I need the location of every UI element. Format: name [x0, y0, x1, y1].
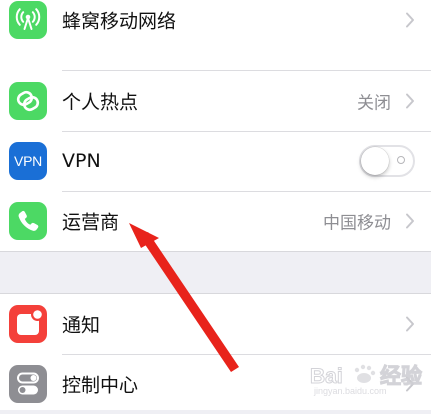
- notifications-row[interactable]: 通知: [0, 294, 431, 354]
- chevron-right-icon: [406, 376, 414, 392]
- control-center-row[interactable]: 控制中心: [0, 354, 431, 414]
- carrier-row[interactable]: 运营商 中国移动: [0, 191, 431, 251]
- toggle-off-indicator-icon: [397, 156, 405, 164]
- vpn-icon: VPN: [9, 142, 47, 180]
- settings-group-system: 通知 控制中心: [0, 293, 431, 410]
- chevron-right-icon: [406, 316, 414, 332]
- phone-icon: [9, 202, 47, 240]
- chevron-right-icon: [406, 93, 414, 109]
- cellular-row[interactable]: 蜂窝移动网络: [0, 0, 431, 50]
- chevron-right-icon: [406, 12, 414, 28]
- vpn-label: VPN: [62, 150, 101, 172]
- settings-group-network: 蜂窝移动网络 个人热点 关闭 VPN VPN 运营商 中国移动: [0, 0, 431, 252]
- control-center-label: 控制中心: [62, 374, 139, 397]
- carrier-label: 运营商: [62, 211, 120, 234]
- hotspot-row[interactable]: 个人热点 关闭: [0, 71, 431, 131]
- vpn-icon-text: VPN: [14, 153, 42, 169]
- vpn-toggle[interactable]: [359, 145, 415, 177]
- notifications-label: 通知: [62, 314, 101, 337]
- cellular-label: 蜂窝移动网络: [62, 10, 177, 33]
- chevron-right-icon: [406, 213, 414, 229]
- hotspot-label: 个人热点: [62, 91, 139, 114]
- carrier-value: 中国移动: [323, 213, 391, 234]
- notification-badge-icon: [9, 305, 47, 343]
- switches-icon: [9, 365, 47, 403]
- vpn-row: VPN VPN: [0, 131, 431, 191]
- antenna-icon: [9, 1, 47, 39]
- chain-link-icon: [9, 82, 47, 120]
- hotspot-status-value: 关闭: [357, 93, 391, 114]
- toggle-knob: [361, 147, 389, 175]
